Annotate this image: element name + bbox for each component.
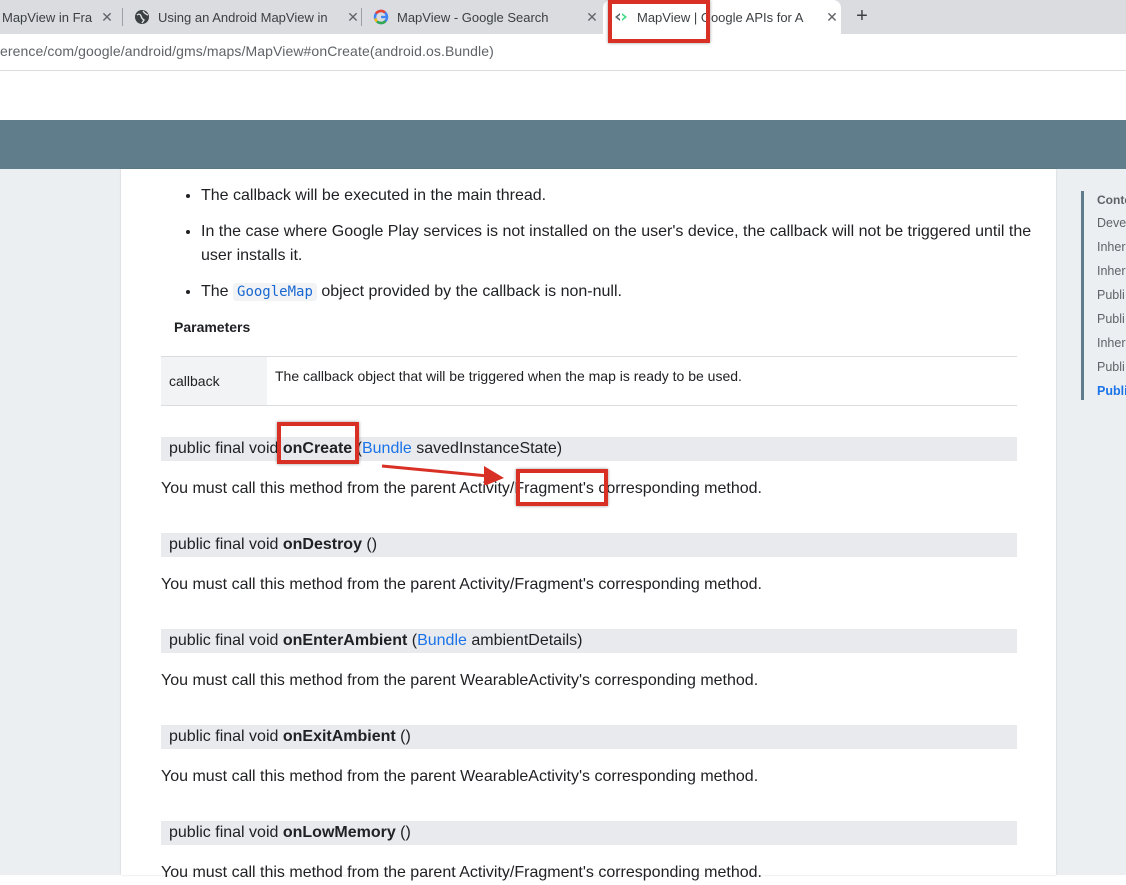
method-description: You must call this method from the paren…: [161, 768, 759, 785]
tab-separator: [361, 8, 362, 26]
toc-item-active[interactable]: Publi: [1097, 384, 1126, 398]
param-description-cell: The callback object that will be trigger…: [275, 368, 742, 384]
tab-android-mapview[interactable]: Using an Android MapView in ✕: [124, 0, 362, 34]
toc-item[interactable]: Publi: [1097, 288, 1125, 302]
method-description: You must call this method from the paren…: [161, 672, 759, 689]
toc-item[interactable]: Inher: [1097, 336, 1126, 350]
tab-google-search[interactable]: MapView - Google Search ✕: [363, 0, 601, 34]
url-text[interactable]: erence/com/google/android/gms/maps/MapVi…: [0, 43, 494, 59]
tab-close-icon[interactable]: ✕: [825, 9, 839, 26]
annotation-arrow-icon: [381, 464, 504, 485]
method-description: You must call this method from the paren…: [161, 576, 762, 593]
tab-close-icon[interactable]: ✕: [100, 9, 114, 26]
bundle-link[interactable]: Bundle: [417, 632, 467, 649]
annotation-box-oncreate: [277, 422, 359, 464]
method-paren: (): [395, 728, 411, 745]
method-signature-onexitambient: public final void onExitAmbient (): [161, 725, 1017, 749]
method-paren: (): [361, 536, 378, 553]
tab-title: Using an Android MapView in: [158, 9, 328, 25]
method-paren: (: [407, 632, 418, 649]
toc-item[interactable]: Publi: [1097, 312, 1125, 326]
tab-separator: [122, 8, 123, 26]
method-signature-ondestroy: public final void onDestroy (): [161, 533, 1017, 557]
browser-tab-strip: MapView in Fra ✕ Using an Android MapVie…: [0, 0, 1126, 34]
toc-heading: Conte: [1097, 193, 1126, 207]
method-arg: ambientDetails): [466, 632, 583, 649]
method-signature-onlowmemory: public final void onLowMemory (): [161, 821, 1017, 845]
annotation-box-fragment: [516, 469, 608, 506]
google-logo-icon: [373, 9, 389, 25]
toc-item[interactable]: Inher: [1097, 264, 1126, 278]
bullet-text: object provided by the callback is non-n…: [316, 283, 622, 300]
method-signature-onenterambient: public final void onEnterAmbient (Bundle…: [161, 629, 1017, 653]
annotation-box-tab: [608, 0, 710, 43]
tab-close-icon[interactable]: ✕: [346, 9, 360, 26]
address-bar[interactable]: erence/com/google/android/gms/maps/MapVi…: [0, 34, 1126, 71]
method-modifiers: public final void: [169, 536, 283, 553]
tab-title: MapView - Google Search: [397, 9, 549, 25]
method-modifiers: public final void: [169, 824, 283, 841]
method-paren: (): [395, 824, 411, 841]
callback-notes-list: The callback will be executed in the mai…: [161, 184, 1061, 316]
globe-icon: [134, 9, 150, 25]
list-item: The callback will be executed in the mai…: [201, 184, 1061, 208]
method-modifiers: public final void: [169, 632, 283, 649]
googlemap-link[interactable]: GoogleMap: [233, 283, 317, 301]
toc-item[interactable]: Publi: [1097, 360, 1125, 374]
bullet-text: The: [201, 283, 234, 300]
toc-item[interactable]: Inher: [1097, 240, 1126, 254]
method-name: onDestroy: [282, 536, 362, 553]
site-header-bar: [0, 120, 1126, 169]
table-of-contents: Conte Deve Inher Inher Publi Publi Inher…: [1081, 191, 1126, 400]
new-tab-button[interactable]: +: [852, 6, 872, 26]
method-name: onExitAmbient: [282, 728, 396, 745]
method-name: onEnterAmbient: [282, 632, 408, 649]
tab-close-icon[interactable]: ✕: [585, 9, 599, 26]
param-name-cell: callback: [161, 357, 267, 405]
tab-title: MapView in Fra: [2, 9, 93, 25]
method-modifiers: public final void: [169, 728, 283, 745]
parameters-table: callback The callback object that will b…: [161, 356, 1017, 406]
list-item: In the case where Google Play services i…: [201, 220, 1061, 268]
toc-item[interactable]: Deve: [1097, 216, 1126, 230]
method-modifiers: public final void: [169, 440, 283, 457]
method-description: You must call this method from the paren…: [161, 864, 762, 881]
tab-mapview-fragment[interactable]: MapView in Fra ✕: [0, 0, 123, 34]
parameters-heading: Parameters: [174, 319, 251, 335]
list-item: The GoogleMap object provided by the cal…: [201, 280, 1061, 304]
method-name: onLowMemory: [282, 824, 396, 841]
